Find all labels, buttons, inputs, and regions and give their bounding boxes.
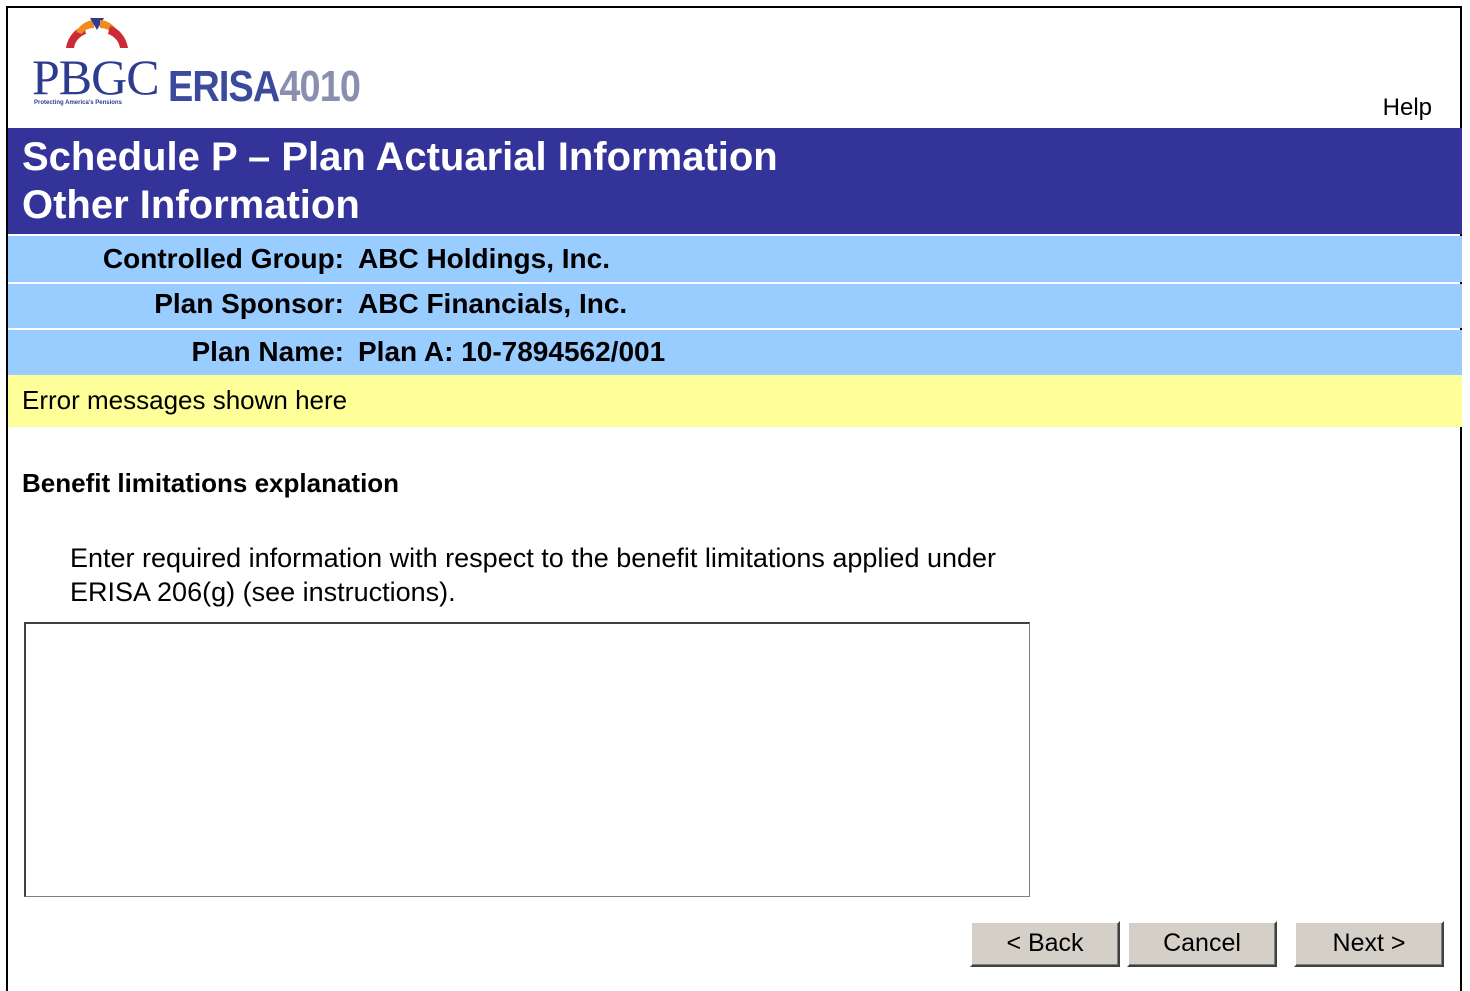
plan-sponsor-label: Plan Sponsor: (154, 288, 344, 319)
plan-sponsor-row: Plan Sponsor: ABC Financials, Inc. (8, 284, 1462, 328)
section-heading: Benefit limitations explanation (22, 468, 400, 498)
header: PBGC Protecting America's Pensions ERISA… (8, 8, 1460, 126)
controlled-group-value: ABC Holdings, Inc. (358, 243, 610, 274)
page-subtitle: Other Information (22, 183, 360, 227)
plan-name-value: Plan A: 10-7894562/001 (358, 336, 666, 367)
logo-erisa-word: ERISA (168, 62, 280, 111)
help-link[interactable]: Help (1383, 94, 1432, 122)
controlled-group-row: Controlled Group: ABC Holdings, Inc. (8, 236, 1462, 282)
error-message: Error messages shown here (22, 385, 348, 415)
logo-erisa-text: ERISA4010 (168, 62, 361, 112)
logo-erisa-number: 4010 (279, 62, 361, 111)
back-button[interactable]: < Back (970, 921, 1120, 967)
error-message-bar: Error messages shown here (8, 375, 1462, 427)
cancel-button[interactable]: Cancel (1127, 921, 1277, 967)
next-button[interactable]: Next > (1294, 921, 1444, 967)
plan-name-label: Plan Name: (191, 336, 345, 367)
instructions-text: Enter required information with respect … (70, 543, 997, 607)
benefit-limitations-textarea[interactable] (24, 622, 1030, 897)
logo-tagline: Protecting America's Pensions (34, 100, 122, 106)
pbgc-erisa-logo: PBGC Protecting America's Pensions ERISA… (28, 16, 388, 116)
title-bar: Schedule P – Plan Actuarial Information … (8, 128, 1462, 234)
page-title: Schedule P – Plan Actuarial Information (22, 135, 778, 179)
controlled-group-label: Controlled Group: (102, 243, 344, 274)
pbgc-eagle-icon (66, 18, 128, 48)
plan-name-row: Plan Name: Plan A: 10-7894562/001 (8, 330, 1462, 375)
logo-pbgc-text: PBGC (32, 49, 160, 105)
page-frame: PBGC Protecting America's Pensions ERISA… (6, 6, 1462, 991)
plan-sponsor-value: ABC Financials, Inc. (358, 288, 628, 319)
